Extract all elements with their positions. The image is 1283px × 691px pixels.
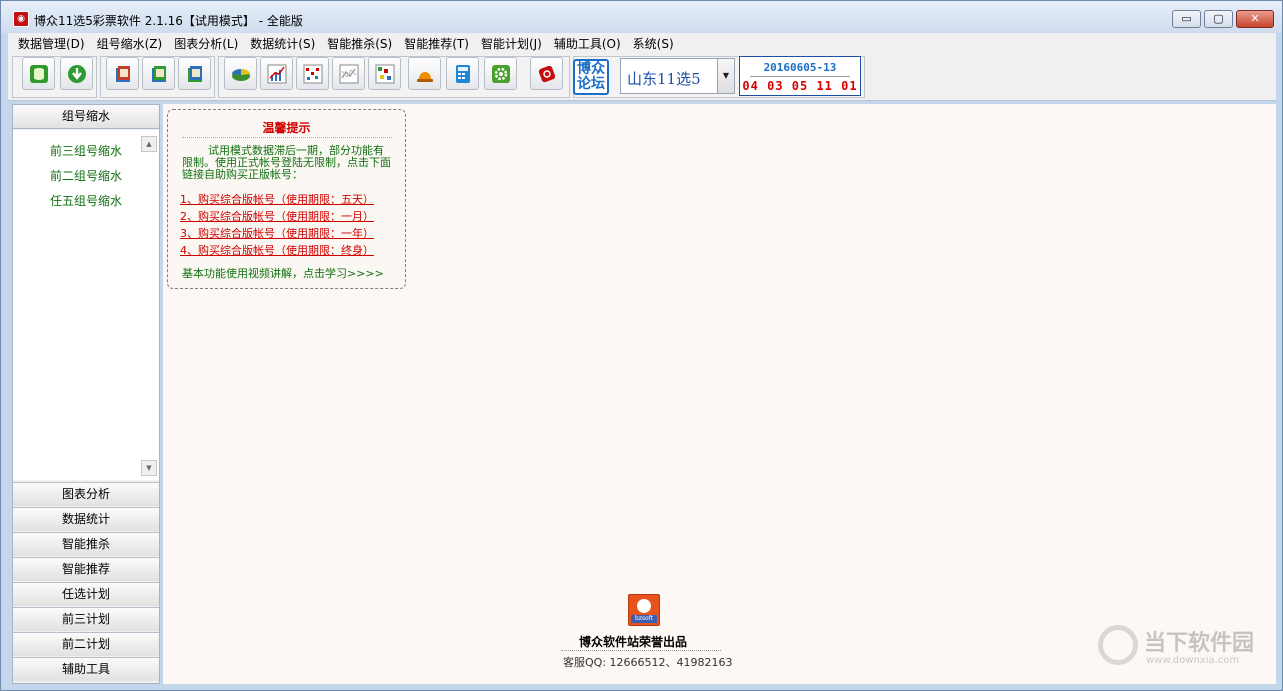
grid-chart-icon bbox=[303, 64, 323, 84]
trend-chart-button[interactable] bbox=[332, 57, 365, 90]
sidebar-link-any5[interactable]: 任五组号缩水 bbox=[50, 192, 122, 209]
red-stamp-icon bbox=[538, 65, 556, 83]
red-stamp-button[interactable] bbox=[530, 57, 563, 90]
buy-link-lifetime[interactable]: 4、购买综合版帐号（使用期限：终身） bbox=[180, 242, 374, 258]
sidebar-link-list: 前三组号缩水 前二组号缩水 任五组号缩水 ▲ ▼ bbox=[13, 130, 159, 480]
app-window: ◉ 博众11选5彩票软件 2.1.16【试用模式】 - 全能版 ▭ ▢ ✕ 数据… bbox=[0, 0, 1283, 691]
bzsoft-logo-mark bbox=[637, 599, 651, 613]
book-blue-icon bbox=[188, 66, 202, 82]
book-green-button[interactable] bbox=[142, 57, 175, 90]
book-green-icon bbox=[152, 66, 166, 82]
sidebar-item-front3-plan[interactable]: 前三计划 bbox=[13, 607, 159, 631]
notice-divider bbox=[182, 137, 392, 138]
lottery-select-value: 山东11选5 bbox=[627, 70, 701, 88]
forum-label-line2: 论坛 bbox=[577, 76, 605, 92]
close-button[interactable]: ✕ bbox=[1236, 10, 1274, 28]
database-icon bbox=[30, 65, 48, 83]
alarm-icon bbox=[417, 72, 433, 82]
close-icon: ✕ bbox=[1250, 12, 1260, 25]
matrix-chart-icon bbox=[375, 64, 395, 84]
download-button[interactable] bbox=[60, 57, 93, 90]
support-qq: 客服QQ: 12666512、41982163 bbox=[563, 656, 733, 669]
app-logo-icon: ◉ bbox=[13, 11, 29, 27]
settings-icon bbox=[492, 65, 510, 83]
trend-chart-icon bbox=[339, 64, 359, 84]
watermark-url: www.downxia.com bbox=[1146, 655, 1240, 666]
book-blue-button[interactable] bbox=[178, 57, 211, 90]
book-red-button[interactable] bbox=[106, 57, 139, 90]
window-controls: ▭ ▢ ✕ bbox=[1172, 10, 1274, 28]
draw-issue: 20160605-13 bbox=[763, 61, 837, 74]
sidebar-link-front3[interactable]: 前三组号缩水 bbox=[50, 142, 122, 159]
menu-chart-analysis[interactable]: 图表分析(L) bbox=[168, 35, 244, 52]
buy-link-1month[interactable]: 2、购买综合版帐号（使用期限：一月） bbox=[180, 208, 374, 224]
chevron-down-icon[interactable]: ▼ bbox=[717, 59, 734, 93]
forum-label-line1: 博众 bbox=[577, 61, 605, 77]
buy-link-5days[interactable]: 1、购买综合版帐号（使用期限：五天） bbox=[180, 191, 374, 207]
sidebar-item-front2-plan[interactable]: 前二计划 bbox=[13, 632, 159, 656]
sidebar-link-front2[interactable]: 前二组号缩水 bbox=[50, 167, 122, 184]
main-content: 温馨提示 试用模式数据滞后一期，部分功能有限制。使用正式帐号登陆无限制，点击下面… bbox=[163, 104, 1276, 684]
menu-system[interactable]: 系统(S) bbox=[627, 35, 680, 52]
sidebar: 组号缩水 前三组号缩水 前二组号缩水 任五组号缩水 ▲ ▼ 图表分析 数据统计 … bbox=[12, 104, 160, 684]
toolbar: 博众 论坛 山东11选5 ▼ 20160605-13 04 03 05 11 0… bbox=[8, 53, 1276, 101]
menu-smart-plan[interactable]: 智能计划(J) bbox=[475, 35, 548, 52]
sidebar-header[interactable]: 组号缩水 bbox=[13, 105, 159, 129]
line-chart-icon bbox=[267, 64, 287, 84]
pie-chart-icon bbox=[232, 69, 250, 81]
video-tutorial-link[interactable]: 基本功能使用视频讲解，点击学习>>>> bbox=[182, 265, 384, 281]
bzsoft-logo: bzsoft bbox=[628, 594, 660, 626]
pie-chart-button[interactable] bbox=[224, 57, 257, 90]
sidebar-item-data-statistics[interactable]: 数据统计 bbox=[13, 507, 159, 531]
scroll-down-icon[interactable]: ▼ bbox=[141, 460, 157, 476]
sidebar-item-smart-recommend[interactable]: 智能推荐 bbox=[13, 557, 159, 581]
download-icon bbox=[68, 65, 86, 83]
latest-draw-box: 20160605-13 04 03 05 11 01 bbox=[739, 56, 861, 96]
credit-divider bbox=[561, 650, 721, 651]
alarm-button[interactable] bbox=[408, 57, 441, 90]
window-title: 博众11选5彩票软件 2.1.16【试用模式】 - 全能版 bbox=[34, 14, 303, 28]
menu-bar: 数据管理(D) 组号缩水(Z) 图表分析(L) 数据统计(S) 智能推杀(S) … bbox=[8, 33, 1276, 53]
credit-line: 博众软件站荣誉出品 bbox=[579, 635, 688, 649]
watermark-logo-icon bbox=[1098, 625, 1138, 665]
calculator-button[interactable] bbox=[446, 57, 479, 90]
menu-data-statistics[interactable]: 数据统计(S) bbox=[244, 35, 321, 52]
draw-numbers: 04 03 05 11 01 bbox=[742, 79, 858, 93]
grid-chart-button[interactable] bbox=[296, 57, 329, 90]
bzsoft-logo-text: bzsoft bbox=[631, 615, 657, 623]
maximize-icon: ▢ bbox=[1213, 12, 1224, 25]
minimize-icon: ▭ bbox=[1181, 12, 1192, 25]
sidebar-item-tools[interactable]: 辅助工具 bbox=[13, 657, 159, 681]
buy-link-1year[interactable]: 3、购买综合版帐号（使用期限：一年） bbox=[180, 225, 374, 241]
menu-smart-kill[interactable]: 智能推杀(S) bbox=[321, 35, 398, 52]
draw-divider bbox=[750, 76, 850, 77]
calculator-icon bbox=[456, 65, 470, 83]
scroll-up-icon[interactable]: ▲ bbox=[141, 136, 157, 152]
menu-tools[interactable]: 辅助工具(O) bbox=[548, 35, 627, 52]
settings-button[interactable] bbox=[484, 57, 517, 90]
book-red-icon bbox=[116, 66, 130, 82]
notice-panel: 温馨提示 试用模式数据滞后一期，部分功能有限制。使用正式帐号登陆无限制，点击下面… bbox=[167, 109, 406, 289]
sidebar-scrollbar[interactable]: ▲ ▼ bbox=[141, 136, 157, 476]
menu-smart-recommend[interactable]: 智能推荐(T) bbox=[398, 35, 475, 52]
menu-data-management[interactable]: 数据管理(D) bbox=[12, 35, 91, 52]
maximize-button[interactable]: ▢ bbox=[1204, 10, 1233, 28]
sidebar-item-chart-analysis[interactable]: 图表分析 bbox=[13, 482, 159, 506]
matrix-chart-button[interactable] bbox=[368, 57, 401, 90]
notice-title: 温馨提示 bbox=[262, 121, 311, 135]
sidebar-item-any-plan[interactable]: 任选计划 bbox=[13, 582, 159, 606]
database-button[interactable] bbox=[22, 57, 55, 90]
watermark: 当下软件园 www.downxia.com bbox=[1098, 623, 1268, 673]
lottery-select[interactable]: 山东11选5 ▼ bbox=[620, 58, 735, 94]
forum-button[interactable]: 博众 论坛 bbox=[573, 59, 609, 95]
notice-body: 试用模式数据滞后一期，部分功能有限制。使用正式帐号登陆无限制，点击下面链接自助购… bbox=[182, 144, 391, 181]
line-chart-button[interactable] bbox=[260, 57, 293, 90]
title-bar: ◉ 博众11选5彩票软件 2.1.16【试用模式】 - 全能版 ▭ ▢ ✕ bbox=[1, 1, 1282, 33]
minimize-button[interactable]: ▭ bbox=[1172, 10, 1201, 28]
sidebar-item-smart-kill[interactable]: 智能推杀 bbox=[13, 532, 159, 556]
watermark-text: 当下软件园 bbox=[1144, 631, 1255, 656]
menu-group-reduce[interactable]: 组号缩水(Z) bbox=[91, 35, 169, 52]
